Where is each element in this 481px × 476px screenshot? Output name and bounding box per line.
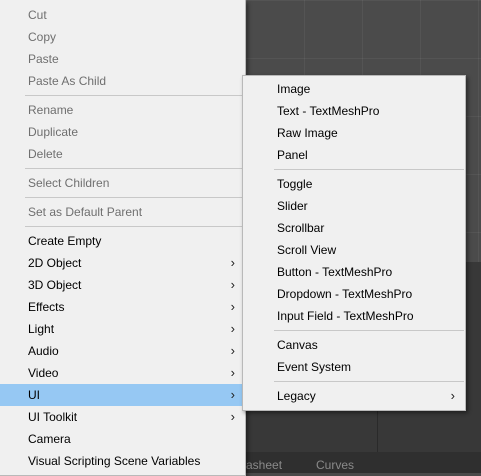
menu-item-ui-toolkit[interactable]: UI Toolkit › (0, 406, 245, 428)
chevron-right-icon: › (230, 365, 235, 380)
menu-item-label: Image (277, 82, 311, 96)
menu-item-label: Copy (28, 30, 57, 44)
menu-separator (25, 95, 244, 96)
menu-item-label: Panel (277, 148, 308, 162)
menu-item-label: 3D Object (28, 278, 82, 292)
submenu-item-panel[interactable]: Panel (243, 144, 465, 166)
menu-item-label: Legacy (277, 389, 316, 403)
menu-item-paste[interactable]: Paste (0, 48, 245, 70)
chevron-right-icon: › (230, 299, 235, 314)
submenu-item-button-textmeshpro[interactable]: Button - TextMeshPro (243, 261, 465, 283)
submenu-item-event-system[interactable]: Event System (243, 356, 465, 378)
menu-item-set-default-parent[interactable]: Set as Default Parent (0, 201, 245, 223)
submenu-item-input-field-textmeshpro[interactable]: Input Field - TextMeshPro (243, 305, 465, 327)
menu-item-label: UI Toolkit (28, 410, 78, 424)
chevron-right-icon: › (230, 387, 235, 402)
submenu-item-raw-image[interactable]: Raw Image (243, 122, 465, 144)
menu-separator (25, 197, 244, 198)
menu-item-label: Video (28, 366, 59, 380)
menu-item-label: Dropdown - TextMeshPro (277, 287, 413, 301)
menu-separator (274, 330, 464, 331)
ui-submenu: Image Text - TextMeshPro Raw Image Panel… (242, 75, 466, 411)
submenu-item-scroll-view[interactable]: Scroll View (243, 239, 465, 261)
submenu-item-dropdown-textmeshpro[interactable]: Dropdown - TextMeshPro (243, 283, 465, 305)
submenu-item-text-textmeshpro[interactable]: Text - TextMeshPro (243, 100, 465, 122)
menu-item-label: UI (28, 388, 40, 402)
submenu-item-image[interactable]: Image (243, 78, 465, 100)
menu-item-label: Cut (28, 8, 47, 22)
menu-separator (274, 169, 464, 170)
chevron-right-icon: › (230, 255, 235, 270)
menu-item-effects[interactable]: Effects › (0, 296, 245, 318)
menu-separator (25, 168, 244, 169)
submenu-item-canvas[interactable]: Canvas (243, 334, 465, 356)
menu-item-copy[interactable]: Copy (0, 26, 245, 48)
menu-item-label: Camera (28, 432, 71, 446)
menu-item-3d-object[interactable]: 3D Object › (0, 274, 245, 296)
menu-item-2d-object[interactable]: 2D Object › (0, 252, 245, 274)
menu-separator (25, 226, 244, 227)
menu-item-label: 2D Object (28, 256, 82, 270)
menu-item-cut[interactable]: Cut (0, 4, 245, 26)
chevron-right-icon: › (230, 277, 235, 292)
menu-item-label: Duplicate (28, 125, 79, 139)
menu-item-label: Canvas (277, 338, 318, 352)
menu-item-label: Scroll View (277, 243, 337, 257)
menu-separator (274, 381, 464, 382)
menu-item-audio[interactable]: Audio › (0, 340, 245, 362)
menu-item-label: Light (28, 322, 55, 336)
tab-spritesheet[interactable]: asheet (246, 458, 282, 472)
submenu-item-scrollbar[interactable]: Scrollbar (243, 217, 465, 239)
hierarchy-context-menu: Cut Copy Paste Paste As Child Rename Dup… (0, 0, 246, 476)
menu-item-visual-scripting-scene-variables[interactable]: Visual Scripting Scene Variables (0, 450, 245, 472)
menu-item-label: Text - TextMeshPro (277, 104, 380, 118)
menu-item-label: Visual Scripting Scene Variables (28, 454, 201, 468)
submenu-item-slider[interactable]: Slider (243, 195, 465, 217)
menu-item-duplicate[interactable]: Duplicate (0, 121, 245, 143)
menu-item-video[interactable]: Video › (0, 362, 245, 384)
menu-item-label: Delete (28, 147, 63, 161)
menu-item-label: Slider (277, 199, 308, 213)
menu-item-select-children[interactable]: Select Children (0, 172, 245, 194)
menu-item-label: Effects (28, 300, 65, 314)
menu-item-label: Paste As Child (28, 74, 107, 88)
submenu-item-legacy[interactable]: Legacy › (243, 385, 465, 407)
menu-item-label: Raw Image (277, 126, 338, 140)
menu-item-camera[interactable]: Camera (0, 428, 245, 450)
chevron-right-icon: › (230, 321, 235, 336)
menu-item-ui[interactable]: UI › (0, 384, 245, 406)
menu-item-label: Scrollbar (277, 221, 325, 235)
menu-item-create-empty[interactable]: Create Empty (0, 230, 245, 252)
menu-item-label: Rename (28, 103, 74, 117)
submenu-item-toggle[interactable]: Toggle (243, 173, 465, 195)
menu-item-label: Create Empty (28, 234, 102, 248)
menu-item-light[interactable]: Light › (0, 318, 245, 340)
menu-item-label: Input Field - TextMeshPro (277, 309, 414, 323)
menu-item-paste-as-child[interactable]: Paste As Child (0, 70, 245, 92)
tab-curves[interactable]: Curves (316, 458, 354, 472)
chevron-right-icon: › (230, 343, 235, 358)
menu-item-label: Audio (28, 344, 59, 358)
menu-item-label: Event System (277, 360, 352, 374)
menu-item-label: Set as Default Parent (28, 205, 143, 219)
menu-item-rename[interactable]: Rename (0, 99, 245, 121)
menu-item-delete[interactable]: Delete (0, 143, 245, 165)
menu-item-label: Select Children (28, 176, 110, 190)
chevron-right-icon: › (450, 388, 455, 403)
menu-item-label: Button - TextMeshPro (277, 265, 393, 279)
menu-item-label: Paste (28, 52, 59, 66)
menu-item-label: Toggle (277, 177, 313, 191)
chevron-right-icon: › (230, 409, 235, 424)
